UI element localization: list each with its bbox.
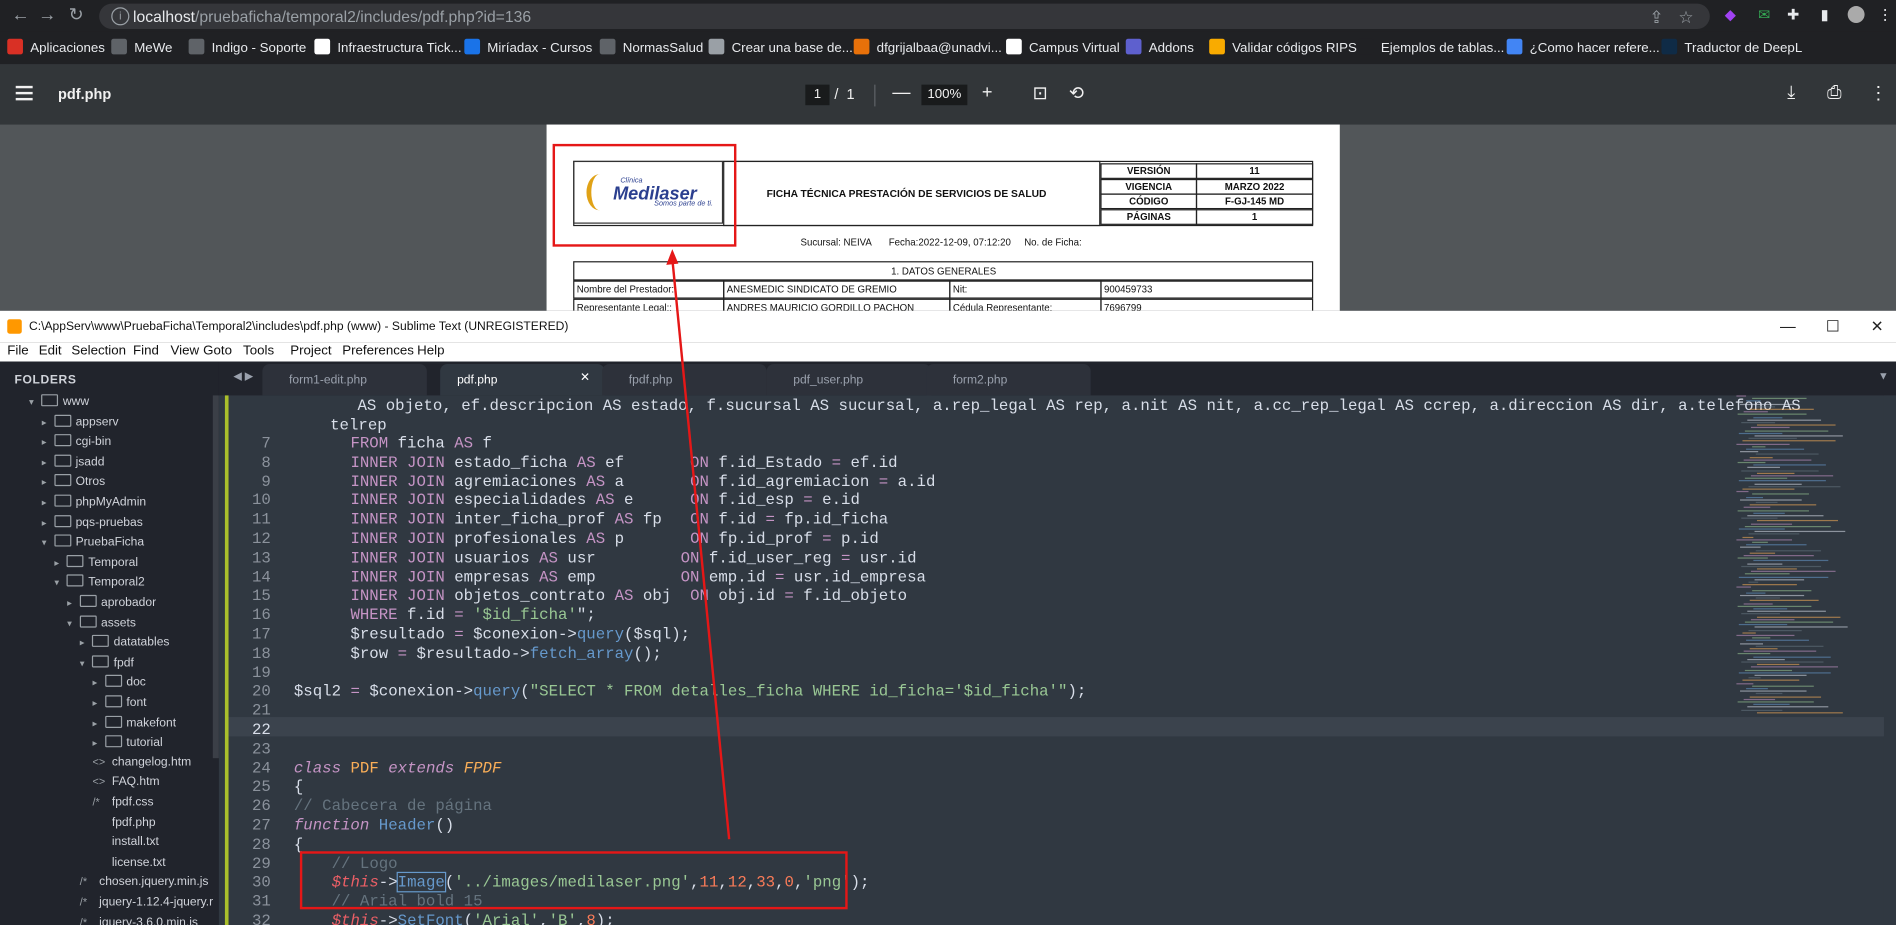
screenshot-root: ← → ↻ i localhost/pruebaficha/temporal2/… [0, 0, 1896, 925]
arrow-head [666, 249, 679, 265]
annotation-arrow [666, 249, 731, 840]
scaled-layer: ← → ↻ i localhost/pruebaficha/temporal2/… [0, 0, 1896, 925]
arrow-shaft [671, 258, 731, 840]
